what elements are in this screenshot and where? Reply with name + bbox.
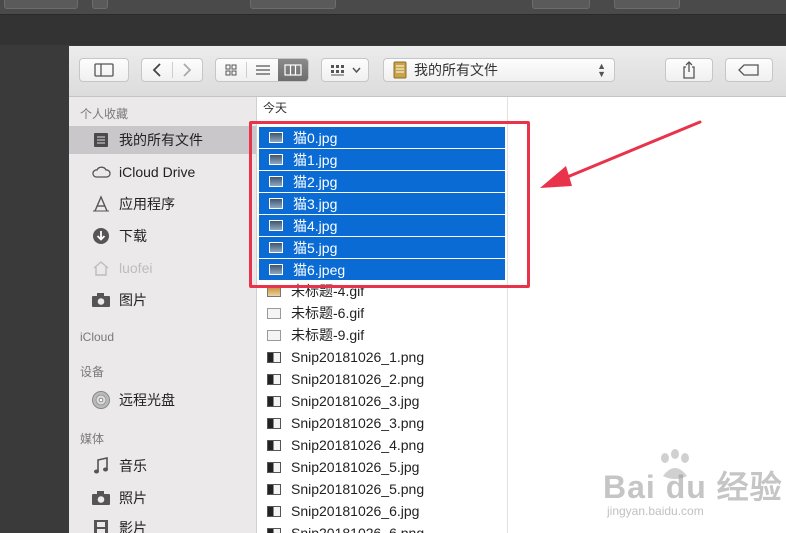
watermark-brand: Bai du 经验 bbox=[603, 469, 783, 505]
watermark-url: jingyan.baidu.com bbox=[607, 504, 704, 518]
baidu-jingyan-watermark: Bai du 经验 jingyan.baidu.com bbox=[603, 448, 783, 528]
